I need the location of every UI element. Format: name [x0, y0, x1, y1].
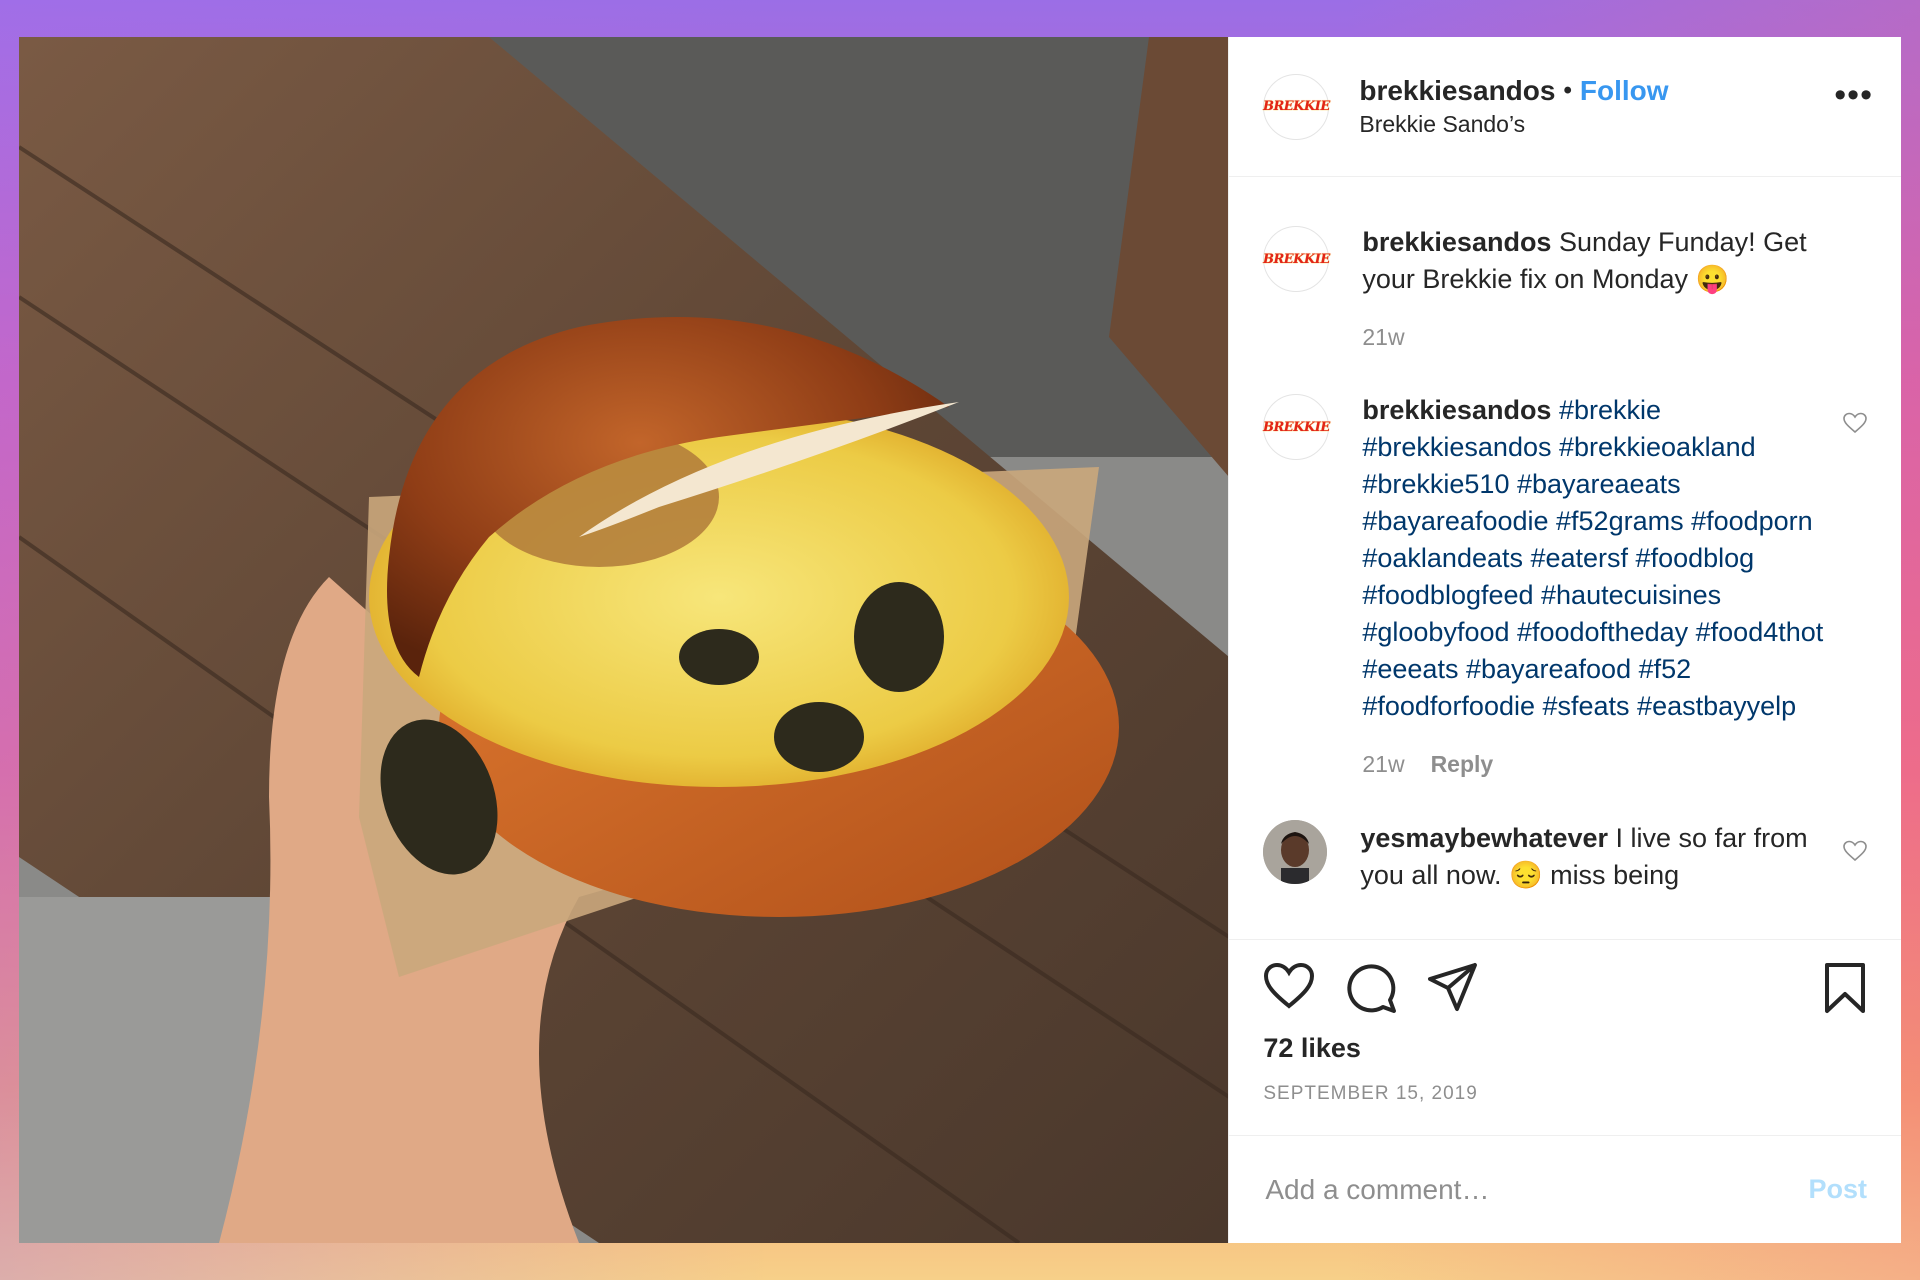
- comment-body: brekkiesandos #brekkie #brekkiesandos #b…: [1362, 392, 1832, 778]
- comment-body: yesmaybewhatever I live so far from you …: [1360, 820, 1830, 894]
- post-header-text: brekkiesandos • Follow Brekkie Sando’s: [1359, 75, 1668, 138]
- post-comment-button[interactable]: Post: [1808, 1174, 1867, 1205]
- sandwich-photo-illustration: [19, 37, 1229, 1243]
- comment-bubble-icon[interactable]: [1345, 962, 1397, 1014]
- comment-username[interactable]: brekkiesandos: [1362, 227, 1551, 257]
- caption-comment: BREKKIE brekkiesandos Sunday Funday! Get…: [1263, 224, 1867, 351]
- comment-text: yesmaybewhatever I live so far from you …: [1360, 820, 1830, 894]
- comment-body: brekkiesandos Sunday Funday! Get your Br…: [1362, 224, 1832, 351]
- hashtag-list[interactable]: #brekkie #brekkiesandos #brekkieoakland …: [1362, 395, 1823, 721]
- post-modal: BREKKIE brekkiesandos • Follow Brekkie S…: [19, 37, 1901, 1243]
- likes-count[interactable]: 72 likes: [1263, 1033, 1361, 1064]
- author-username[interactable]: brekkiesandos: [1359, 75, 1555, 107]
- reply-button[interactable]: Reply: [1431, 751, 1494, 778]
- header-user-line: brekkiesandos • Follow: [1359, 75, 1668, 107]
- comment-username[interactable]: brekkiesandos: [1362, 395, 1551, 425]
- comments-list[interactable]: BREKKIE brekkiesandos Sunday Funday! Get…: [1229, 177, 1901, 939]
- brekkie-logo-avatar[interactable]: BREKKIE: [1263, 73, 1330, 140]
- brekkie-logo-avatar[interactable]: BREKKIE: [1263, 226, 1330, 292]
- comment-time[interactable]: 21w: [1362, 751, 1404, 778]
- share-send-icon[interactable]: [1427, 962, 1479, 1012]
- brekkie-logo-avatar[interactable]: BREKKIE: [1263, 394, 1330, 460]
- comment-username[interactable]: yesmaybewhatever: [1360, 823, 1608, 853]
- like-comment-heart-icon[interactable]: [1843, 840, 1867, 862]
- comment-meta: 21w Reply: [1362, 751, 1832, 778]
- author-display-name: Brekkie Sando’s: [1359, 111, 1526, 137]
- post-side-panel: BREKKIE brekkiesandos • Follow Brekkie S…: [1228, 37, 1901, 1243]
- post-actions: 72 likes SEPTEMBER 15, 2019: [1229, 939, 1901, 1135]
- like-comment-heart-icon[interactable]: [1843, 412, 1867, 434]
- action-icons-row: [1263, 962, 1867, 1020]
- post-date[interactable]: SEPTEMBER 15, 2019: [1263, 1083, 1477, 1105]
- more-options-icon[interactable]: •••: [1834, 78, 1873, 112]
- comment-time[interactable]: 21w: [1362, 324, 1404, 351]
- add-comment-bar: Post: [1229, 1135, 1901, 1243]
- like-heart-icon[interactable]: [1263, 962, 1315, 1010]
- post-photo[interactable]: [19, 37, 1229, 1243]
- save-bookmark-icon[interactable]: [1823, 962, 1867, 1014]
- hashtag-comment: BREKKIE brekkiesandos #brekkie #brekkies…: [1263, 392, 1867, 778]
- comment-input[interactable]: [1263, 1172, 1809, 1207]
- user-comment: yesmaybewhatever I live so far from you …: [1263, 820, 1867, 894]
- comment-meta: 21w: [1362, 324, 1832, 351]
- person-avatar-illustration: [1263, 820, 1328, 884]
- post-header: BREKKIE brekkiesandos • Follow Brekkie S…: [1229, 37, 1901, 177]
- separator-dot: •: [1563, 77, 1572, 104]
- commenter-avatar[interactable]: [1263, 820, 1328, 884]
- comment-text: brekkiesandos #brekkie #brekkiesandos #b…: [1362, 392, 1832, 725]
- follow-button[interactable]: Follow: [1580, 75, 1669, 107]
- comment-text: brekkiesandos Sunday Funday! Get your Br…: [1362, 224, 1832, 298]
